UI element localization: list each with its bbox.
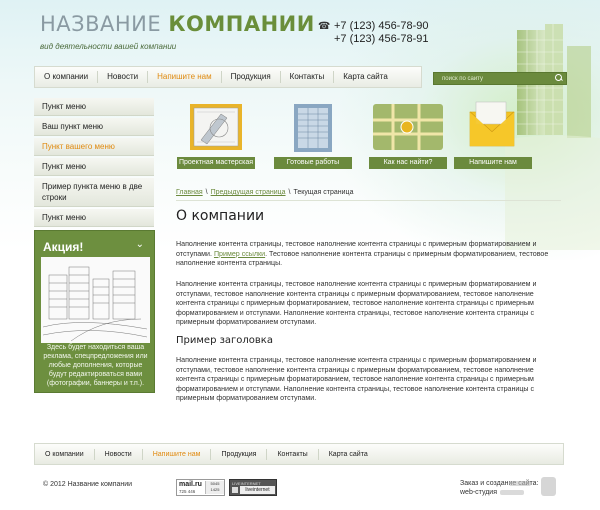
promo-text: Здесь будет находиться ваша реклама, спе… xyxy=(43,344,148,387)
footer-nav-sitemap[interactable]: Карта сайта xyxy=(319,449,378,460)
tile-find-us[interactable]: Как нас найти? xyxy=(369,98,447,170)
content-paragraph-2: Наполнение контента страницы, тестовое н… xyxy=(176,280,537,327)
mailru-counter[interactable]: mail.ru 725 446 5045 1425 xyxy=(176,479,225,496)
breadcrumb-current: Текущая страница xyxy=(293,189,354,196)
footer-nav: О компании Новости Напишите нам Продукци… xyxy=(34,443,564,465)
company-tagline: вид деятельности вашей компании xyxy=(40,42,177,51)
tile-write-us[interactable]: Напишите нам xyxy=(454,98,532,170)
nav-item-products[interactable]: Продукция xyxy=(222,71,281,83)
nav-item-contacts[interactable]: Контакты xyxy=(281,71,335,83)
map-icon xyxy=(373,104,443,150)
nav-item-news[interactable]: Новости xyxy=(98,71,149,83)
mail-icon xyxy=(469,101,515,147)
copyright: © 2012 Название компании xyxy=(43,481,133,488)
promo-image xyxy=(41,257,150,343)
nav-item-sitemap[interactable]: Карта сайта xyxy=(334,71,397,83)
phone-1: +7 (123) 456-78-90 xyxy=(334,20,429,32)
promo-title: Акция! xyxy=(43,240,84,254)
search-icon[interactable] xyxy=(552,73,566,84)
top-nav: О компании Новости Напишите нам Продукци… xyxy=(34,66,422,88)
footer-nav-about[interactable]: О компании xyxy=(35,448,95,460)
footer-nav-products[interactable]: Продукция xyxy=(211,448,268,460)
divider xyxy=(176,200,561,201)
brand[interactable]: НАЗВАНИЕ КОМПАНИИ вид деятельности вашей… xyxy=(40,12,315,51)
footer-nav-write-us[interactable]: Напишите нам xyxy=(143,448,212,460)
tile-label: Проектная мастерская xyxy=(177,157,255,169)
blurred-link[interactable] xyxy=(509,481,531,486)
sidebar-menu: Пункт меню Ваш пункт меню Пункт вашего м… xyxy=(34,98,154,229)
blurred-link[interactable] xyxy=(500,490,524,495)
content-paragraph-1: Наполнение контента страницы, тестовое н… xyxy=(176,240,549,268)
tile-design-studio[interactable]: Проектная мастерская xyxy=(177,98,255,170)
chevron-down-icon[interactable]: ⌄ xyxy=(136,239,144,250)
footer-nav-contacts[interactable]: Контакты xyxy=(267,448,319,460)
company-name: НАЗВАНИЕ КОМПАНИИ xyxy=(40,12,315,36)
breadcrumb-separator: \ xyxy=(288,189,291,196)
footer-nav-news[interactable]: Новости xyxy=(95,448,143,460)
search-box xyxy=(433,72,567,85)
sample-link[interactable]: Пример ссылки xyxy=(214,250,265,258)
sidebar-item[interactable]: Пункт меню xyxy=(34,209,154,227)
building-icon xyxy=(294,104,332,152)
sidebar-item[interactable]: Ваш пункт меню xyxy=(34,118,154,136)
nav-item-about[interactable]: О компании xyxy=(35,71,99,83)
tile-label: Напишите нам xyxy=(454,157,532,169)
studio-logo[interactable] xyxy=(541,477,556,496)
tile-completed-works[interactable]: Готовые работы xyxy=(274,98,352,170)
promo-block: Акция! ⌄ Здесь будет находиться ваша рек… xyxy=(34,230,155,393)
liveinternet-counter[interactable]: LIVEINTERNET liveinternet xyxy=(229,479,277,496)
nav-item-write-us[interactable]: Напишите нам xyxy=(148,71,222,83)
blueprint-icon xyxy=(190,104,242,150)
sidebar-item-active[interactable]: Пункт вашего меню xyxy=(34,138,154,156)
sidebar-item[interactable]: Пункт меню xyxy=(34,98,154,116)
search-input[interactable] xyxy=(434,73,552,84)
section-heading: Пример заголовка xyxy=(176,335,273,346)
sidebar-item[interactable]: Пункт меню xyxy=(34,158,154,176)
tile-label: Как нас найти? xyxy=(369,157,447,169)
sidebar-item[interactable]: Пример пункта меню в две строки xyxy=(34,178,154,207)
breadcrumb-separator: \ xyxy=(205,189,208,196)
liveinternet-icon xyxy=(232,487,238,493)
content-paragraph-3: Наполнение контента страницы, тестовое н… xyxy=(176,356,537,403)
breadcrumb: Главная \ Предыдущая страница \ Текущая стра… xyxy=(176,189,353,196)
breadcrumb-link-prev[interactable]: Предыдущая страница xyxy=(211,189,286,196)
phone-2: +7 (123) 456-78-91 xyxy=(334,33,429,45)
breadcrumb-link-home[interactable]: Главная xyxy=(176,189,203,196)
phone-icon: ☎ xyxy=(318,21,331,32)
phones: ☎ +7 (123) 456-78-90 +7 (123) 456-78-91 xyxy=(318,20,428,46)
tile-label: Готовые работы xyxy=(274,157,352,169)
page-title: О компании xyxy=(176,208,265,224)
